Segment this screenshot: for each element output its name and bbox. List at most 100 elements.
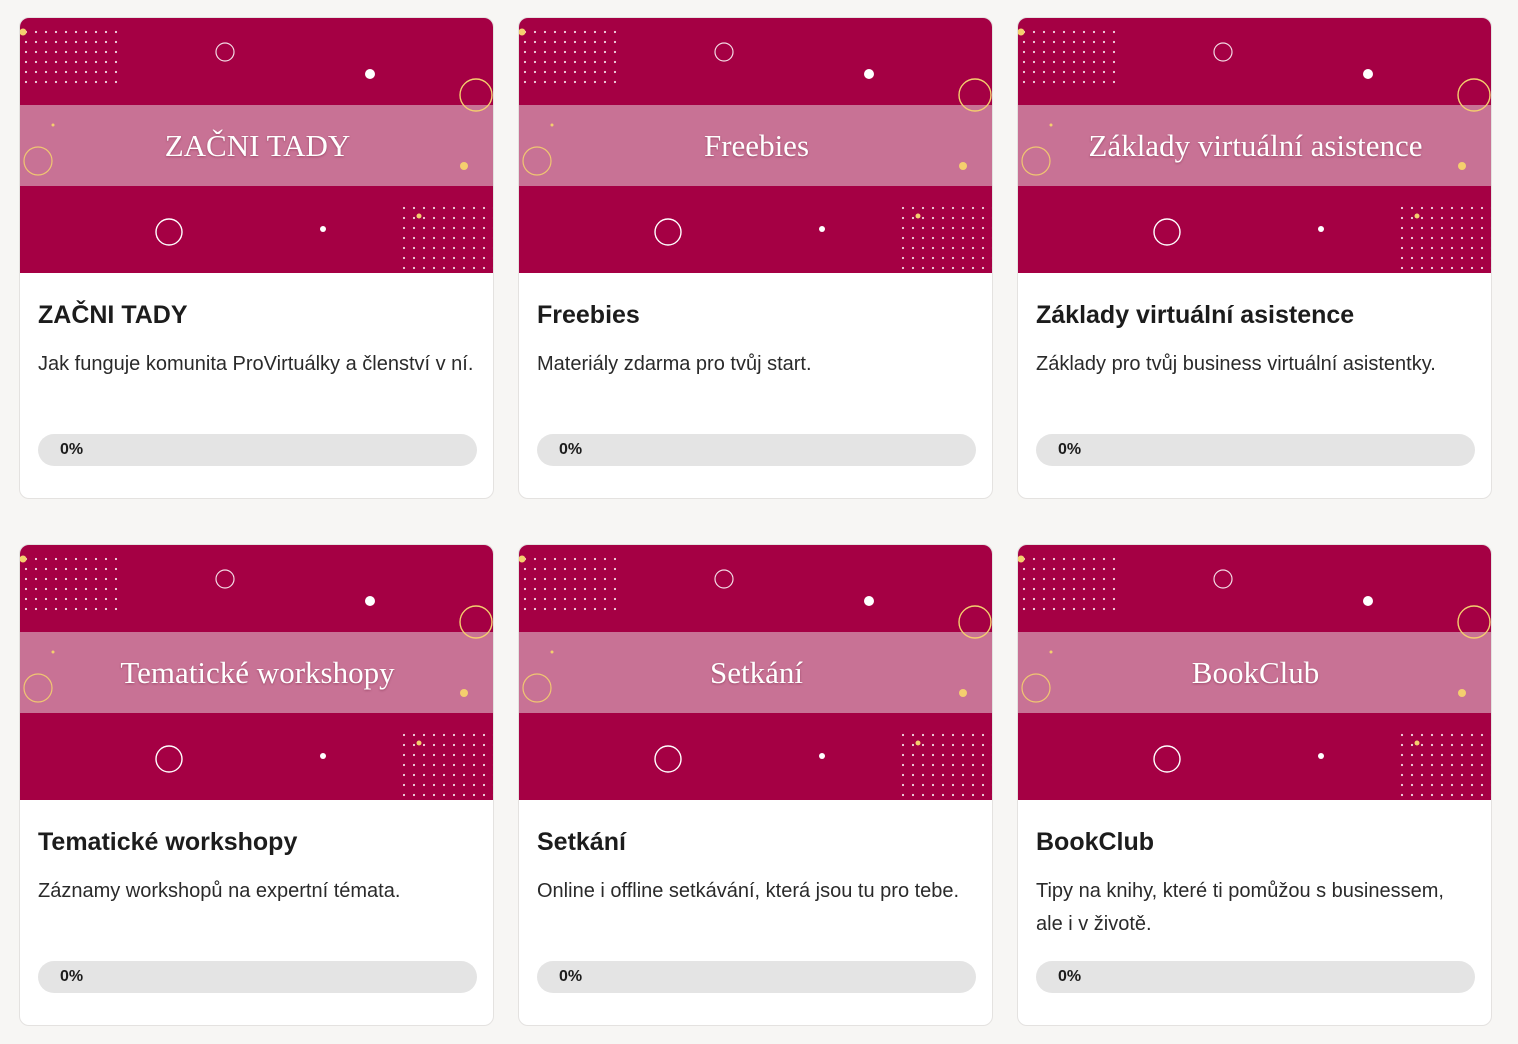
dot-pattern [543, 567, 547, 571]
dot-pattern [104, 557, 108, 561]
solid-dot [320, 753, 326, 759]
course-card-zaklady-virtualni-asistence[interactable]: Základy virtuální asistence Základy virt… [1017, 17, 1492, 499]
dot-pattern [1470, 733, 1474, 737]
dot-pattern [593, 567, 597, 571]
dot-pattern [1480, 773, 1484, 777]
dot-pattern [1082, 567, 1086, 571]
solid-dot [819, 753, 825, 759]
dot-pattern [1112, 80, 1116, 84]
dot-pattern [1102, 60, 1106, 64]
dot-pattern [1042, 577, 1046, 581]
dot-pattern [432, 753, 436, 757]
course-title[interactable]: Základy virtuální asistence [1036, 298, 1476, 332]
dot-pattern [921, 206, 925, 210]
dot-pattern [1032, 30, 1036, 34]
dot-pattern [543, 30, 547, 34]
dot-pattern [1072, 60, 1076, 64]
dot-pattern [1400, 226, 1404, 230]
course-title[interactable]: Tematické workshopy [38, 825, 478, 859]
dot-pattern [1470, 256, 1474, 260]
dot-pattern [74, 70, 78, 74]
dot-pattern [1400, 266, 1404, 270]
course-title[interactable]: BookClub [1036, 825, 1476, 859]
dot-pattern [64, 30, 68, 34]
dot-pattern [452, 743, 456, 747]
dot-pattern [533, 607, 537, 611]
dot-pattern [94, 40, 98, 44]
dot-pattern [1450, 216, 1454, 220]
dot-pattern [1440, 236, 1444, 240]
dot-pattern [1490, 764, 1491, 766]
dot-pattern [1042, 587, 1046, 591]
dot-pattern [74, 567, 78, 571]
dot-pattern [543, 597, 547, 601]
dot-pattern [64, 577, 68, 581]
dot-pattern [961, 743, 965, 747]
dot-pattern [951, 763, 955, 767]
dot-pattern [573, 80, 577, 84]
dot-pattern [74, 587, 78, 591]
dot-pattern [523, 40, 527, 44]
dot-pattern [442, 226, 446, 230]
dot-pattern [1032, 607, 1036, 611]
dot-pattern [402, 206, 406, 210]
dot-pattern [1052, 30, 1056, 34]
dot-pattern [961, 266, 965, 270]
course-card-freebies[interactable]: Freebies Freebies Materiály zdarma pro t… [518, 17, 993, 499]
dot-pattern [593, 607, 597, 611]
dot-pattern [1460, 783, 1464, 787]
course-title[interactable]: ZAČNI TADY [38, 298, 478, 332]
dot-pattern [104, 60, 108, 64]
dot-pattern [1490, 247, 1491, 249]
dot-pattern [104, 597, 108, 601]
dot-pattern [533, 597, 537, 601]
dot-pattern [1440, 733, 1444, 737]
dot-pattern [941, 216, 945, 220]
dot-pattern [412, 743, 416, 747]
course-card-setkani[interactable]: Setkání Setkání Online i offline setkává… [518, 544, 993, 1026]
course-title[interactable]: Freebies [537, 298, 977, 332]
dot-pattern [1450, 733, 1454, 737]
dot-pattern [482, 246, 486, 250]
dot-pattern [563, 30, 567, 34]
dot-pattern [34, 597, 38, 601]
dot-pattern [971, 733, 975, 737]
dot-pattern [1410, 733, 1414, 737]
course-description: Záznamy workshopů na expertní témata. [38, 880, 401, 902]
dot-pattern [442, 743, 446, 747]
course-card-bookclub[interactable]: BookClub BookClub Tipy na knihy, které t… [1017, 544, 1492, 1026]
dot-pattern [472, 266, 476, 270]
dot-pattern [921, 753, 925, 757]
dot-pattern [462, 753, 466, 757]
dot-pattern [1082, 70, 1086, 74]
dot-pattern [553, 567, 557, 571]
dot-pattern [931, 226, 935, 230]
dot-pattern [94, 30, 98, 34]
dot-pattern [991, 794, 992, 796]
dot-pattern [44, 577, 48, 581]
dot-pattern [921, 246, 925, 250]
dot-pattern [951, 256, 955, 260]
course-card-zacni-tady[interactable]: ZAČNI TADY ZAČNI TADY Jak funguje komuni… [19, 17, 494, 499]
dot-pattern [1410, 783, 1414, 787]
course-title[interactable]: Setkání [537, 825, 977, 859]
dot-pattern [1400, 206, 1404, 210]
dot-pattern [563, 567, 567, 571]
dot-pattern [1480, 763, 1484, 767]
dot-pattern [583, 587, 587, 591]
dot-pattern [1022, 80, 1026, 84]
dot-pattern [961, 216, 965, 220]
dot-pattern [981, 246, 985, 250]
dot-pattern [543, 577, 547, 581]
dot-pattern [94, 50, 98, 54]
dot-pattern [462, 763, 466, 767]
course-card-tematicke-workshopy[interactable]: Tematické workshopy Tematické workshopy … [19, 544, 494, 1026]
dot-pattern [543, 607, 547, 611]
dot-pattern [951, 783, 955, 787]
dot-pattern [1032, 567, 1036, 571]
dot-pattern [462, 773, 466, 777]
dot-pattern [901, 793, 905, 797]
dot-pattern [1032, 587, 1036, 591]
dot-pattern [583, 80, 587, 84]
course-description: Materiály zdarma pro tvůj start. [537, 353, 812, 375]
